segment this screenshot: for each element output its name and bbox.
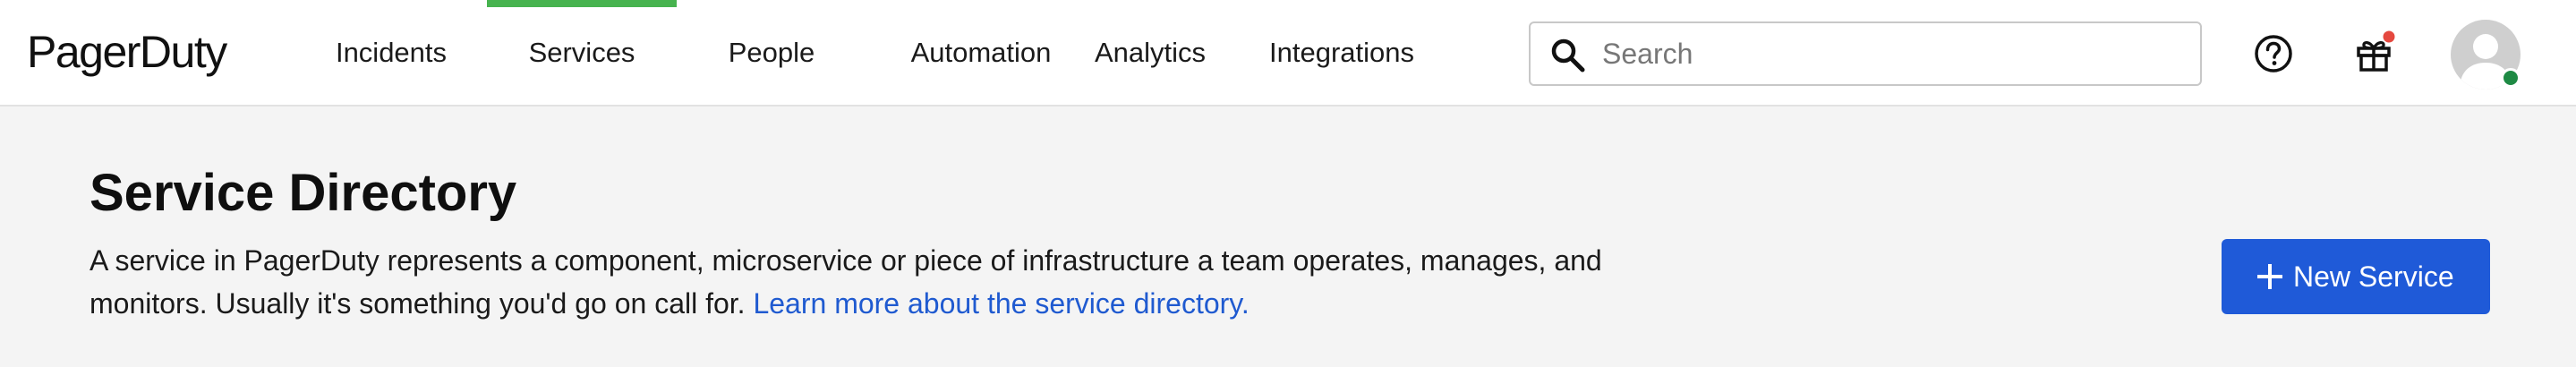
nav-item-automation[interactable]: Automation [877,0,1085,107]
new-service-label: New Service [2293,260,2454,293]
top-navigation-bar: PagerDuty Incidents Services People Auto… [0,0,2576,107]
nav-item-analytics[interactable]: Analytics [1083,0,1217,107]
nav-item-integrations[interactable]: Integrations [1262,0,1421,107]
search-input[interactable] [1602,30,2184,77]
new-service-button[interactable]: New Service [2222,239,2490,314]
page-description: A service in PagerDuty represents a comp… [90,239,1611,325]
search-box[interactable] [1529,21,2202,86]
online-status-indicator [2501,68,2521,88]
gift-icon[interactable] [2347,27,2401,81]
learn-more-link[interactable]: Learn more about the service directory. [753,287,1249,320]
search-icon [1551,38,1585,73]
nav-item-incidents[interactable]: Incidents [310,0,473,107]
page-title: Service Directory [90,164,517,222]
pagerduty-logo[interactable]: PagerDuty [27,20,227,84]
nav-item-services[interactable]: Services [487,0,677,107]
question-circle-icon[interactable] [2247,27,2300,81]
nav-item-people[interactable]: People [698,0,845,107]
plus-icon [2256,262,2284,291]
